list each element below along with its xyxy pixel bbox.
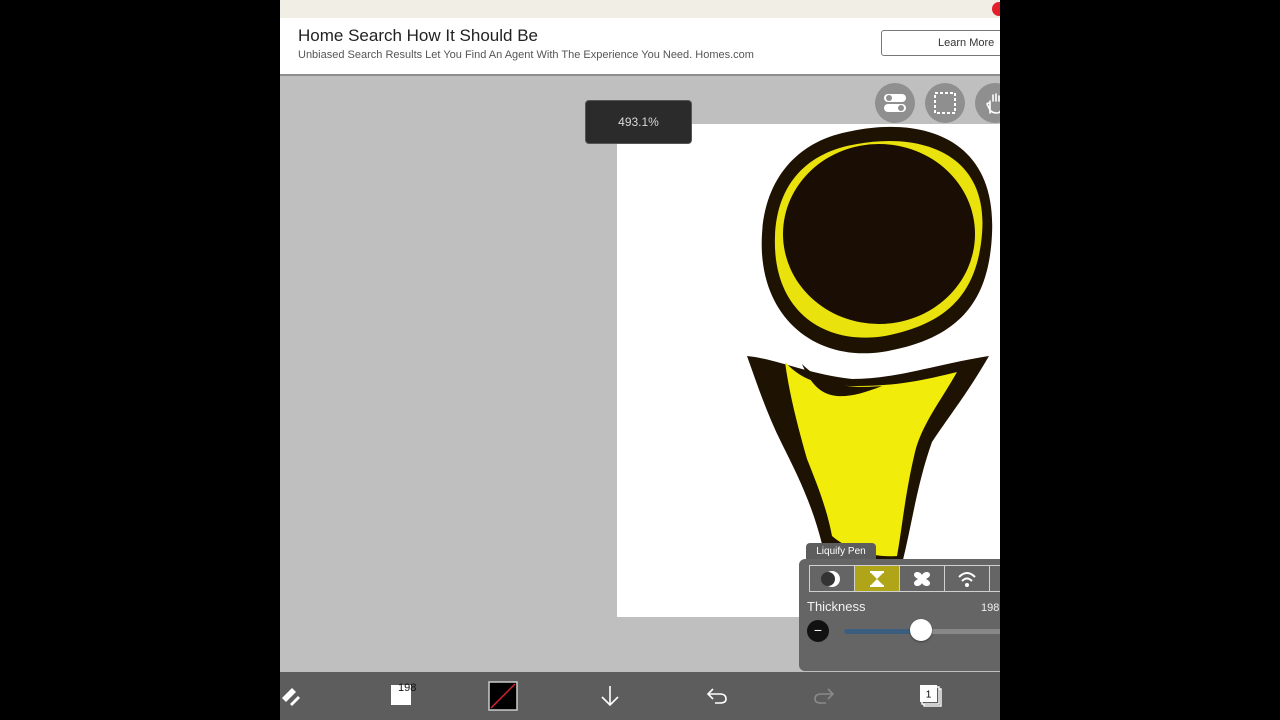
push-icon[interactable] bbox=[810, 566, 855, 591]
toggle-icon[interactable] bbox=[875, 83, 915, 123]
liquify-mode-selector bbox=[809, 565, 1000, 592]
hand-icon[interactable] bbox=[975, 83, 1000, 123]
ad-close-icon[interactable] bbox=[992, 2, 1000, 16]
redo-icon[interactable] bbox=[809, 672, 839, 720]
thickness-decrease-button[interactable]: − bbox=[807, 620, 829, 642]
thickness-slider-thumb[interactable] bbox=[909, 619, 932, 641]
undo-icon[interactable] bbox=[702, 672, 732, 720]
wave-icon[interactable] bbox=[945, 566, 990, 591]
layer-count: 1 bbox=[926, 690, 932, 701]
selection-icon[interactable] bbox=[925, 83, 965, 123]
liquify-panel: Thickness 198 − bbox=[799, 559, 1000, 671]
color-swatch-icon[interactable] bbox=[488, 672, 518, 720]
bottom-toolbar: 198 1 bbox=[280, 672, 1000, 720]
ad-title[interactable]: Home Search How It Should Be bbox=[298, 26, 538, 46]
expand-icon[interactable] bbox=[900, 566, 945, 591]
zoom-level: 493.1% bbox=[585, 100, 692, 144]
pinch-icon[interactable] bbox=[855, 566, 900, 591]
ad-subtitle: Unbiased Search Results Let You Find An … bbox=[298, 49, 754, 61]
thickness-value: 198 bbox=[981, 602, 1000, 614]
brush-size-value: 198 bbox=[398, 682, 417, 694]
import-icon[interactable] bbox=[595, 672, 625, 720]
status-strip bbox=[280, 0, 1000, 18]
learn-more-button[interactable]: Learn More bbox=[881, 30, 1000, 56]
app-screen: Home Search How It Should Be Unbiased Se… bbox=[280, 0, 1000, 720]
thickness-label: Thickness bbox=[807, 599, 866, 614]
brush-size-icon[interactable] bbox=[381, 672, 421, 720]
ad-banner[interactable]: Home Search How It Should Be Unbiased Se… bbox=[280, 18, 1000, 76]
layers-icon[interactable]: 1 bbox=[916, 672, 946, 720]
edit-tools-icon[interactable] bbox=[280, 672, 302, 720]
liquify-pen-tab[interactable]: Liquify Pen bbox=[806, 543, 876, 560]
